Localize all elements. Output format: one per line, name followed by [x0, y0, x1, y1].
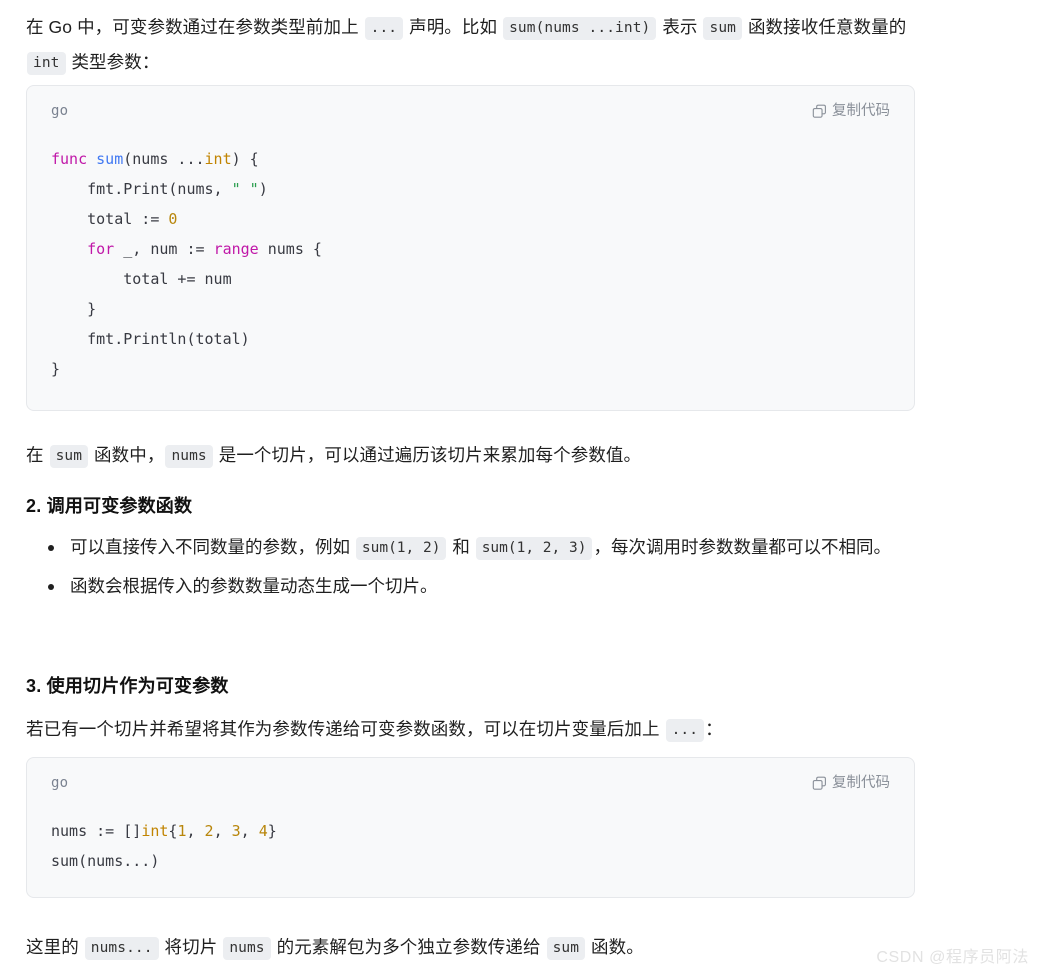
code-language-label: go — [51, 775, 69, 791]
code-token-pl: , — [240, 822, 259, 840]
section-3-paragraph: 若已有一个切片并希望将其作为参数传递给可变参数函数，可以在切片变量后加上 ...… — [26, 712, 916, 747]
code-token-kw: for — [87, 240, 115, 258]
inline-code: sum(1, 2) — [355, 537, 447, 560]
section-2-bullet-list: 可以直接传入不同数量的参数，例如 sum(1, 2) 和 sum(1, 2, 3… — [26, 528, 916, 605]
inline-code: ... — [665, 719, 705, 742]
inline-code: int — [27, 52, 66, 75]
code-token-kw: range — [213, 240, 259, 258]
code-token-pl: fmt.Print(nums, — [51, 180, 232, 198]
copy-icon — [812, 776, 827, 791]
inline-code: sum — [546, 937, 586, 960]
section-heading-3: 3. 使用切片作为可变参数 — [26, 676, 229, 696]
code-token-type: int — [141, 822, 169, 840]
article-page: 在 Go 中，可变参数通过在参数类型前加上 ... 声明。比如 sum(nums… — [0, 0, 1047, 975]
code-token-num: 2 — [204, 822, 214, 840]
inline-code: sum(1, 2, 3) — [475, 537, 593, 560]
section-heading-2: 2. 调用可变参数函数 — [26, 496, 193, 516]
code-token-pl: ) — [258, 180, 268, 198]
copy-code-button[interactable]: 复制代码 — [812, 776, 890, 791]
code-content: func sum(nums ...int) { fmt.Print(nums, … — [51, 144, 890, 384]
code-token-pl: (nums ... — [123, 150, 205, 168]
code-token-kw: func — [51, 150, 88, 168]
inline-code: ... — [364, 17, 404, 40]
code-token-pl: } — [51, 360, 61, 378]
code-token-pl: nums { — [258, 240, 322, 258]
code-token-pl: } — [267, 822, 277, 840]
intro-paragraph: 在 Go 中，可变参数通过在参数类型前加上 ... 声明。比如 sum(nums… — [26, 4, 916, 80]
inline-code: sum(nums ...int) — [503, 17, 657, 40]
list-item: 可以直接传入不同数量的参数，例如 sum(1, 2) 和 sum(1, 2, 3… — [26, 528, 916, 567]
copy-code-button[interactable]: 复制代码 — [812, 104, 890, 119]
inline-code: nums — [223, 937, 271, 960]
code-block-header: go 复制代码 — [51, 100, 890, 122]
code-language-label: go — [51, 103, 69, 119]
inline-code: sum — [49, 445, 89, 468]
code-token-pl: nums := [] — [51, 822, 142, 840]
list-item: 函数会根据传入的参数数量动态生成一个切片。 — [26, 567, 916, 605]
copy-code-label: 复制代码 — [832, 774, 890, 791]
inline-code: nums — [165, 445, 213, 468]
code-token-pl: total += num — [51, 270, 232, 288]
code-token-pl: , — [186, 822, 205, 840]
code-token-pl: , — [213, 822, 232, 840]
copy-icon — [812, 104, 827, 119]
code-token-num: 0 — [168, 210, 178, 228]
code-token-pl: total := — [51, 210, 169, 228]
code-token-fn: sum — [96, 150, 124, 168]
csdn-watermark: CSDN @程序员阿法 — [876, 949, 1029, 966]
code-block-go-sum: go 复制代码 func sum(nums ...int) { fmt.Prin… — [26, 85, 915, 411]
code-token-str: " " — [231, 180, 259, 198]
code-token-num: 4 — [258, 822, 268, 840]
inline-code: sum — [703, 17, 742, 40]
code-token-pl: _, num := — [114, 240, 214, 258]
code-token-pl: sum(nums...) — [51, 852, 160, 870]
code-token-num: 3 — [231, 822, 241, 840]
code-token-pl: } — [51, 300, 97, 318]
code-token-pl: fmt.Println(total) — [51, 330, 250, 348]
code-block-go-slice: go 复制代码 nums := []int{1, 2, 3, 4} sum(nu… — [26, 757, 915, 898]
closing-paragraph: 这里的 nums... 将切片 nums 的元素解包为多个独立参数传递给 sum… — [26, 930, 916, 965]
inline-code: nums... — [84, 937, 159, 960]
paragraph-after-first-code: 在 sum 函数中， nums 是一个切片，可以通过遍历该切片来累加每个参数值。 — [26, 438, 916, 473]
code-token-pl: ) { — [231, 150, 259, 168]
code-token-type: int — [204, 150, 232, 168]
code-content: nums := []int{1, 2, 3, 4} sum(nums...) — [51, 816, 890, 876]
code-block-header: go 复制代码 — [51, 772, 890, 794]
copy-code-label: 复制代码 — [832, 102, 890, 119]
